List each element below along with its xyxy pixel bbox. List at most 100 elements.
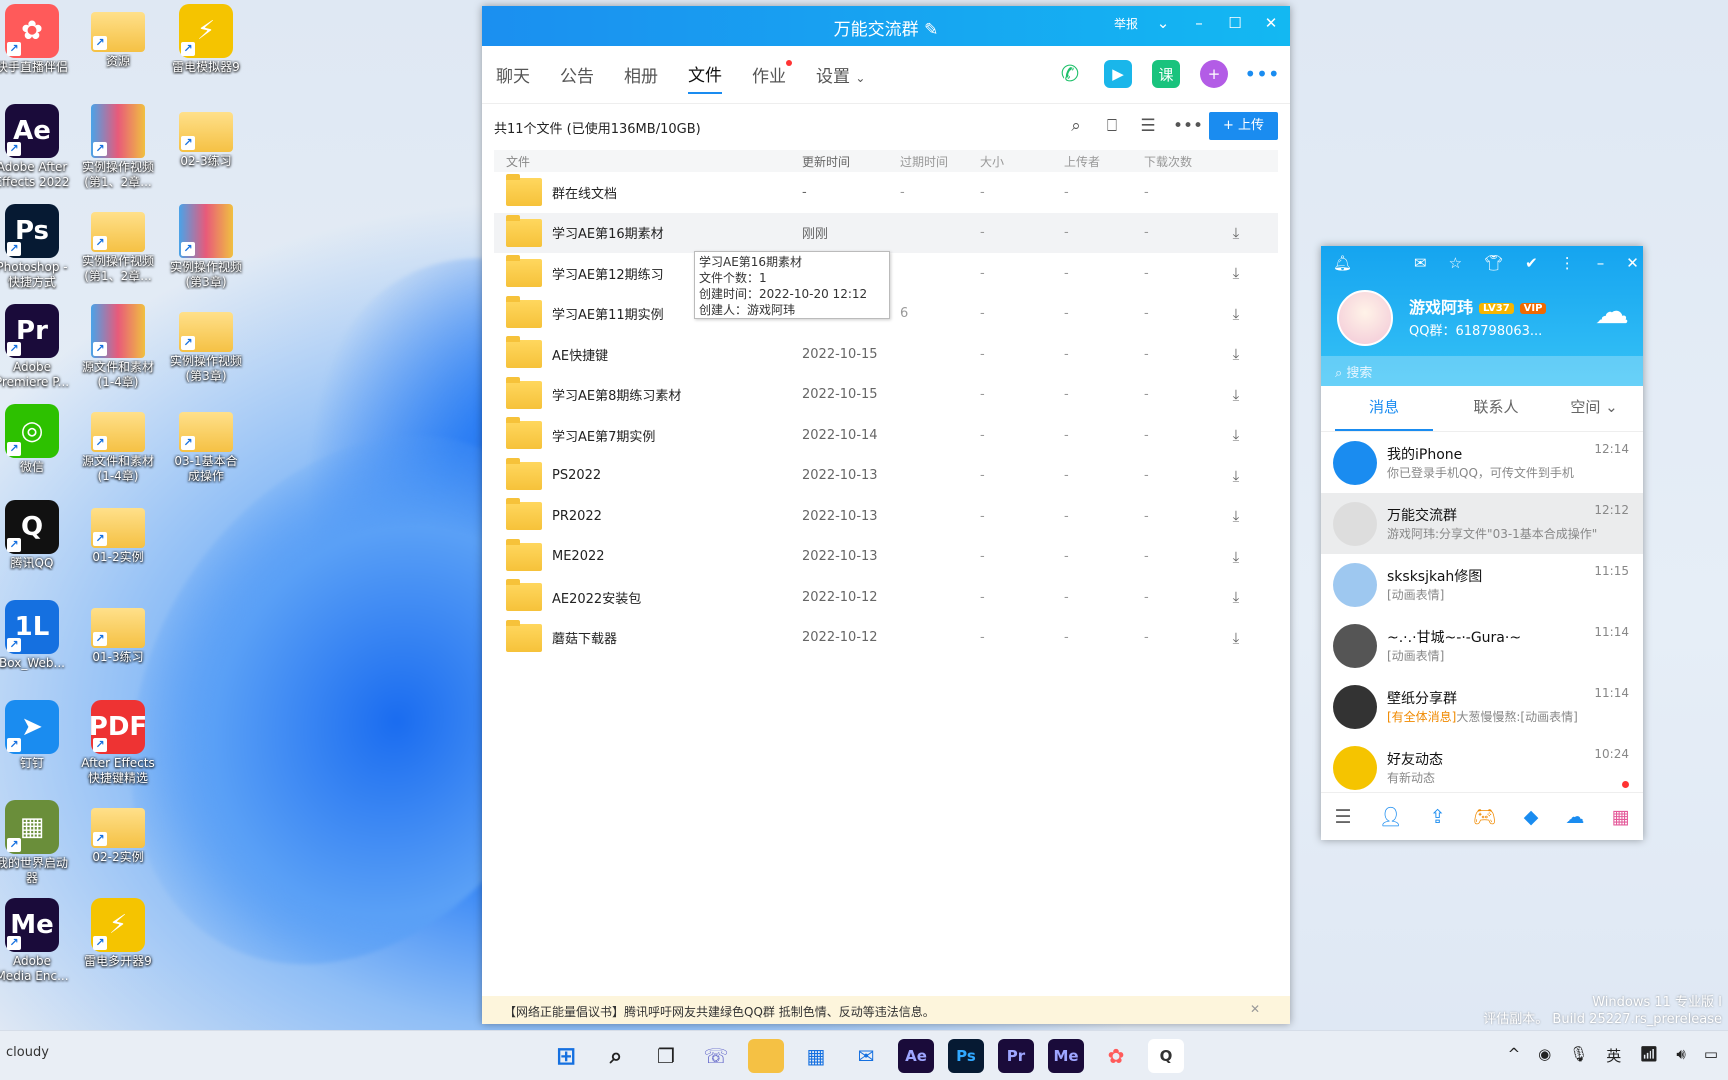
conversation-item[interactable]: 我的iPhone 你已登录手机QQ，可传文件到手机 12:14 bbox=[1321, 432, 1643, 493]
premiere-icon[interactable]: Pr bbox=[998, 1039, 1034, 1073]
ime-indicator[interactable]: 英 bbox=[1606, 1045, 1621, 1066]
start-icon[interactable]: ⊞ bbox=[548, 1039, 584, 1073]
report-link[interactable]: 举报 bbox=[1114, 15, 1138, 32]
chat-icon[interactable]: ☏ bbox=[698, 1039, 734, 1073]
file-row[interactable]: PR2022 2022-10-13 - - - ⤓ bbox=[494, 496, 1278, 537]
edit-icon[interactable]: ✎ bbox=[924, 20, 938, 40]
media-encoder-icon[interactable]: Me bbox=[1048, 1039, 1084, 1073]
title-bar[interactable]: 万能交流群 ✎ 举报 ⌄ – ☐ ✕ bbox=[482, 6, 1290, 46]
conversation-item[interactable]: 万能交流群 游戏阿玮:分享文件"03-1基本合成操作" 12:12 bbox=[1321, 493, 1643, 554]
volume-icon[interactable]: 🔊︎ bbox=[1676, 1045, 1685, 1066]
photoshop-icon[interactable]: Ps bbox=[948, 1039, 984, 1073]
shirt-icon[interactable]: 👕︎ bbox=[1484, 254, 1503, 272]
conversation-item[interactable]: sksksjkah修图 [动画表情] 11:15 bbox=[1321, 554, 1643, 615]
desktop-icon[interactable]: ➤ ↗ 钉钉 bbox=[0, 700, 78, 796]
file-row[interactable]: AE2022安装包 2022-10-12 - - - ⤓ bbox=[494, 577, 1278, 618]
cloud-icon[interactable]: ☁ bbox=[1565, 806, 1584, 828]
desktop-icon[interactable]: ↗ 实例操作视频 (第3章) bbox=[160, 304, 252, 400]
desktop-icon[interactable]: ▦ ↗ 我的世界启动 器 bbox=[0, 800, 78, 896]
more-icon[interactable]: ••• bbox=[1173, 116, 1203, 136]
minimize-button[interactable]: – bbox=[1188, 14, 1210, 32]
file-name[interactable]: 学习AE第12期练习 bbox=[552, 264, 664, 283]
list-view-icon[interactable]: ☰ bbox=[1137, 116, 1159, 136]
profile-name[interactable]: 游戏阿玮 LV37 VIP bbox=[1409, 294, 1547, 318]
download-icon[interactable]: ⤓ bbox=[1206, 224, 1266, 242]
tab-album[interactable]: 相册 bbox=[624, 56, 658, 93]
col-updated[interactable]: 更新时间 bbox=[802, 153, 896, 170]
game-icon[interactable]: 🎮︎ bbox=[1473, 805, 1497, 828]
kite-icon[interactable]: ◆ bbox=[1524, 806, 1539, 828]
download-icon[interactable]: ⤓ bbox=[1206, 264, 1266, 282]
tab-homework[interactable]: 作业 bbox=[752, 56, 792, 93]
desktop-icon[interactable]: Q ↗ 腾讯QQ bbox=[0, 500, 78, 596]
desktop-icon[interactable]: ↗ 01-3练习 bbox=[72, 600, 164, 696]
star-icon[interactable]: ☆ bbox=[1449, 254, 1462, 272]
download-icon[interactable]: ⤓ bbox=[1206, 426, 1266, 444]
file-name[interactable]: 学习AE第11期实例 bbox=[552, 304, 664, 323]
desktop-icon[interactable]: ↗ 02-2实例 bbox=[72, 800, 164, 896]
conversation-item[interactable]: 壁纸分享群 [有全体消息]大葱慢慢熬:[动画表情] 11:14 bbox=[1321, 676, 1643, 737]
download-icon[interactable]: ⤓ bbox=[1206, 467, 1266, 485]
chevron-down-icon[interactable]: ⌄ bbox=[1152, 14, 1174, 32]
col-uploader[interactable]: 上传者 bbox=[1056, 153, 1136, 170]
close-button[interactable]: ✕ bbox=[1260, 14, 1282, 32]
file-row[interactable]: ME2022 2022-10-13 - - - ⤓ bbox=[494, 537, 1278, 578]
desktop-icon[interactable]: ↗ 资源 bbox=[72, 4, 164, 100]
upload-button[interactable]: + 上传 bbox=[1208, 112, 1278, 140]
wifi-icon[interactable]: 📶︎ bbox=[1639, 1045, 1658, 1066]
menu-icon[interactable]: ⋮ bbox=[1560, 254, 1575, 272]
avatar[interactable] bbox=[1337, 290, 1393, 346]
kuaishou-icon[interactable]: ✿ bbox=[1098, 1039, 1134, 1073]
check-mail-icon[interactable]: ✔ bbox=[1525, 254, 1538, 272]
file-name[interactable]: 学习AE第7期实例 bbox=[552, 426, 655, 445]
video-icon[interactable]: ▶ bbox=[1104, 60, 1132, 88]
desktop-icon[interactable]: ↗ 01-2实例 bbox=[72, 500, 164, 596]
tab-settings[interactable]: 设置 ⌄ bbox=[816, 56, 865, 93]
weather-widget[interactable]: cloudy bbox=[6, 1045, 49, 1060]
mail-icon[interactable]: ✉ bbox=[848, 1039, 884, 1073]
class-icon[interactable]: 课 bbox=[1152, 60, 1180, 88]
desktop-icon[interactable]: ↗ 实例操作视频 (第1、2章... bbox=[72, 204, 164, 300]
desktop-icon[interactable]: Ps ↗ Photoshop - 快捷方式 bbox=[0, 204, 78, 300]
battery-icon[interactable]: ▭ bbox=[1704, 1045, 1718, 1066]
weather-icon[interactable]: ☁ bbox=[1595, 292, 1629, 332]
desktop-icon[interactable]: ↗ 02-3练习 bbox=[160, 104, 252, 200]
add-friend-icon[interactable]: 👤︎ bbox=[1379, 805, 1403, 828]
desktop-icon[interactable]: ⚡ ↗ 雷电多开器9 bbox=[72, 898, 164, 994]
tab-contacts[interactable]: 联系人 bbox=[1447, 386, 1545, 431]
desktop-icon[interactable]: ⚡ ↗ 雷电模拟器9 bbox=[160, 4, 252, 100]
col-name[interactable]: 文件 bbox=[494, 153, 802, 170]
file-name[interactable]: AE快捷键 bbox=[552, 345, 608, 364]
file-name[interactable]: AE2022安装包 bbox=[552, 588, 641, 607]
apps-grid-icon[interactable]: ▦ bbox=[1611, 806, 1629, 828]
conversation-item[interactable]: 好友动态 有新动态 10:24 bbox=[1321, 737, 1643, 798]
store-icon[interactable]: ▦ bbox=[798, 1039, 834, 1073]
file-row[interactable]: 学习AE第16期素材 刚刚 - - - ⤓ bbox=[494, 212, 1278, 253]
plus-app-icon[interactable]: + bbox=[1200, 60, 1228, 88]
download-icon[interactable]: ⤓ bbox=[1206, 507, 1266, 525]
desktop-icon[interactable]: 1L ↗ Box_Web... bbox=[0, 600, 78, 696]
file-name[interactable]: 蘑菇下载器 bbox=[552, 628, 617, 647]
download-icon[interactable]: ⤓ bbox=[1206, 588, 1266, 606]
download-icon[interactable]: ⤓ bbox=[1206, 305, 1266, 323]
desktop-icon[interactable]: ◎ ↗ 微信 bbox=[0, 404, 78, 500]
desktop-icon[interactable]: Pr ↗ Adobe Premiere P... bbox=[0, 304, 78, 400]
file-row[interactable]: PS2022 2022-10-13 - - - ⤓ bbox=[494, 456, 1278, 497]
qq-tray-icon[interactable]: ◉ bbox=[1538, 1045, 1551, 1066]
col-size[interactable]: 大小 bbox=[976, 153, 1056, 170]
desktop-icon[interactable]: ↗ 实例操作视频 (第1、2章... bbox=[72, 104, 164, 200]
desktop-icon[interactable]: ↗ 03-1基本合 成操作 bbox=[160, 404, 252, 500]
desktop-icon[interactable]: PDF ↗ After Effects 快捷键精选 bbox=[72, 700, 164, 796]
download-icon[interactable]: ⤓ bbox=[1206, 548, 1266, 566]
search-icon[interactable]: ⌕ bbox=[598, 1039, 634, 1073]
more-icon[interactable]: ••• bbox=[1244, 60, 1279, 88]
tab-notice[interactable]: 公告 bbox=[560, 56, 594, 93]
close-button[interactable]: ✕ bbox=[1626, 254, 1639, 272]
menu-icon[interactable]: ☰ bbox=[1335, 806, 1352, 828]
phone-icon[interactable]: ✆ bbox=[1056, 60, 1084, 88]
minimize-button[interactable]: – bbox=[1597, 254, 1605, 272]
conversation-item[interactable]: ~.·.·甘城~-·-Gura·~ [动画表情] 11:14 bbox=[1321, 615, 1643, 676]
desktop-icon[interactable]: Me ↗ Adobe Media Enc... bbox=[0, 898, 78, 994]
chevron-up-icon[interactable]: ^ bbox=[1508, 1045, 1521, 1066]
file-name[interactable]: PR2022 bbox=[552, 509, 602, 524]
